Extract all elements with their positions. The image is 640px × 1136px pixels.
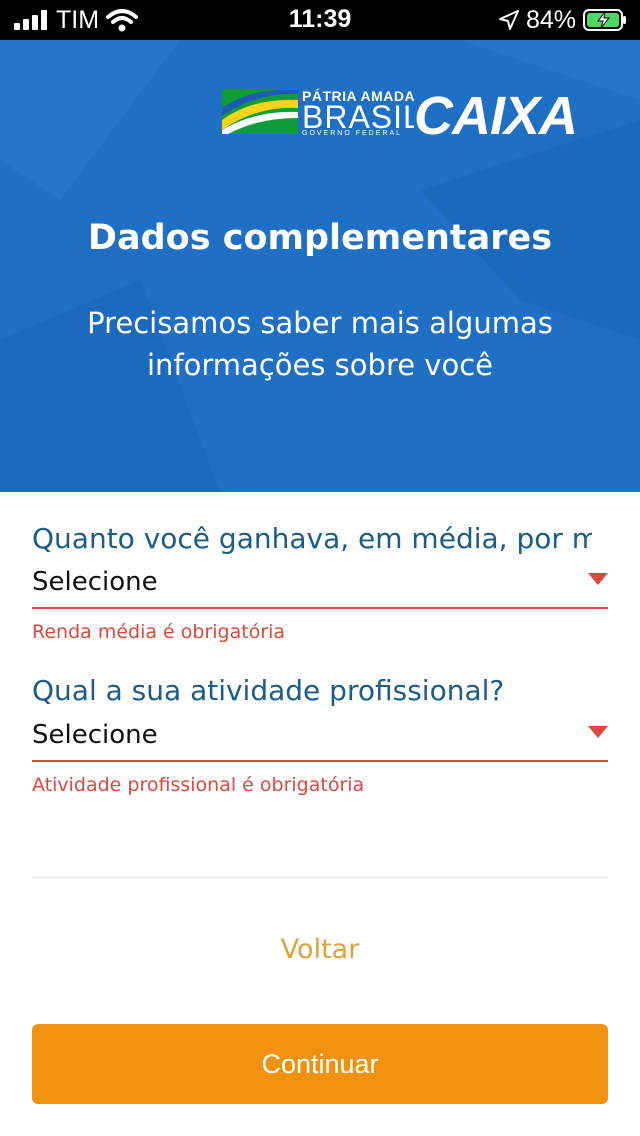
caixa-logo: CAIXA — [414, 86, 578, 146]
status-bar: TIM 11:39 84% — [0, 0, 640, 40]
governo-federal-text: GOVERNO FEDERAL — [302, 130, 403, 137]
brand-logos: PÁTRIA AMADA BRASIL GOVERNO FEDERAL CAIX… — [222, 88, 612, 144]
page-header: PÁTRIA AMADA BRASIL GOVERNO FEDERAL CAIX… — [0, 40, 640, 492]
location-arrow-icon — [499, 10, 519, 30]
form-divider — [32, 876, 608, 879]
occupation-select[interactable]: Selecione — [32, 716, 608, 762]
dropdown-caret-icon — [588, 573, 608, 585]
page-subtitle: Precisamos saber mais algumas informaçõe… — [87, 306, 553, 382]
income-select[interactable]: Selecione — [32, 563, 608, 609]
income-field-label: Quanto você ganhava, em média, por mê… — [32, 522, 592, 555]
occupation-error-message: Atividade profissional é obrigatória — [32, 774, 365, 796]
income-error-message: Renda média é obrigatória — [32, 621, 286, 643]
brasil-flag-logo-icon — [222, 90, 298, 134]
battery-percent: 84% — [526, 6, 577, 34]
battery-charging-icon — [583, 9, 626, 31]
continue-button[interactable]: Continuar — [32, 1024, 608, 1104]
occupation-select-value: Selecione — [32, 720, 158, 750]
page-title: Dados complementares — [87, 218, 553, 258]
income-select-value: Selecione — [32, 567, 158, 597]
occupation-field-label: Qual a sua atividade profissional? — [32, 674, 505, 707]
dropdown-caret-icon — [588, 726, 608, 738]
back-link[interactable]: Voltar — [0, 934, 640, 965]
